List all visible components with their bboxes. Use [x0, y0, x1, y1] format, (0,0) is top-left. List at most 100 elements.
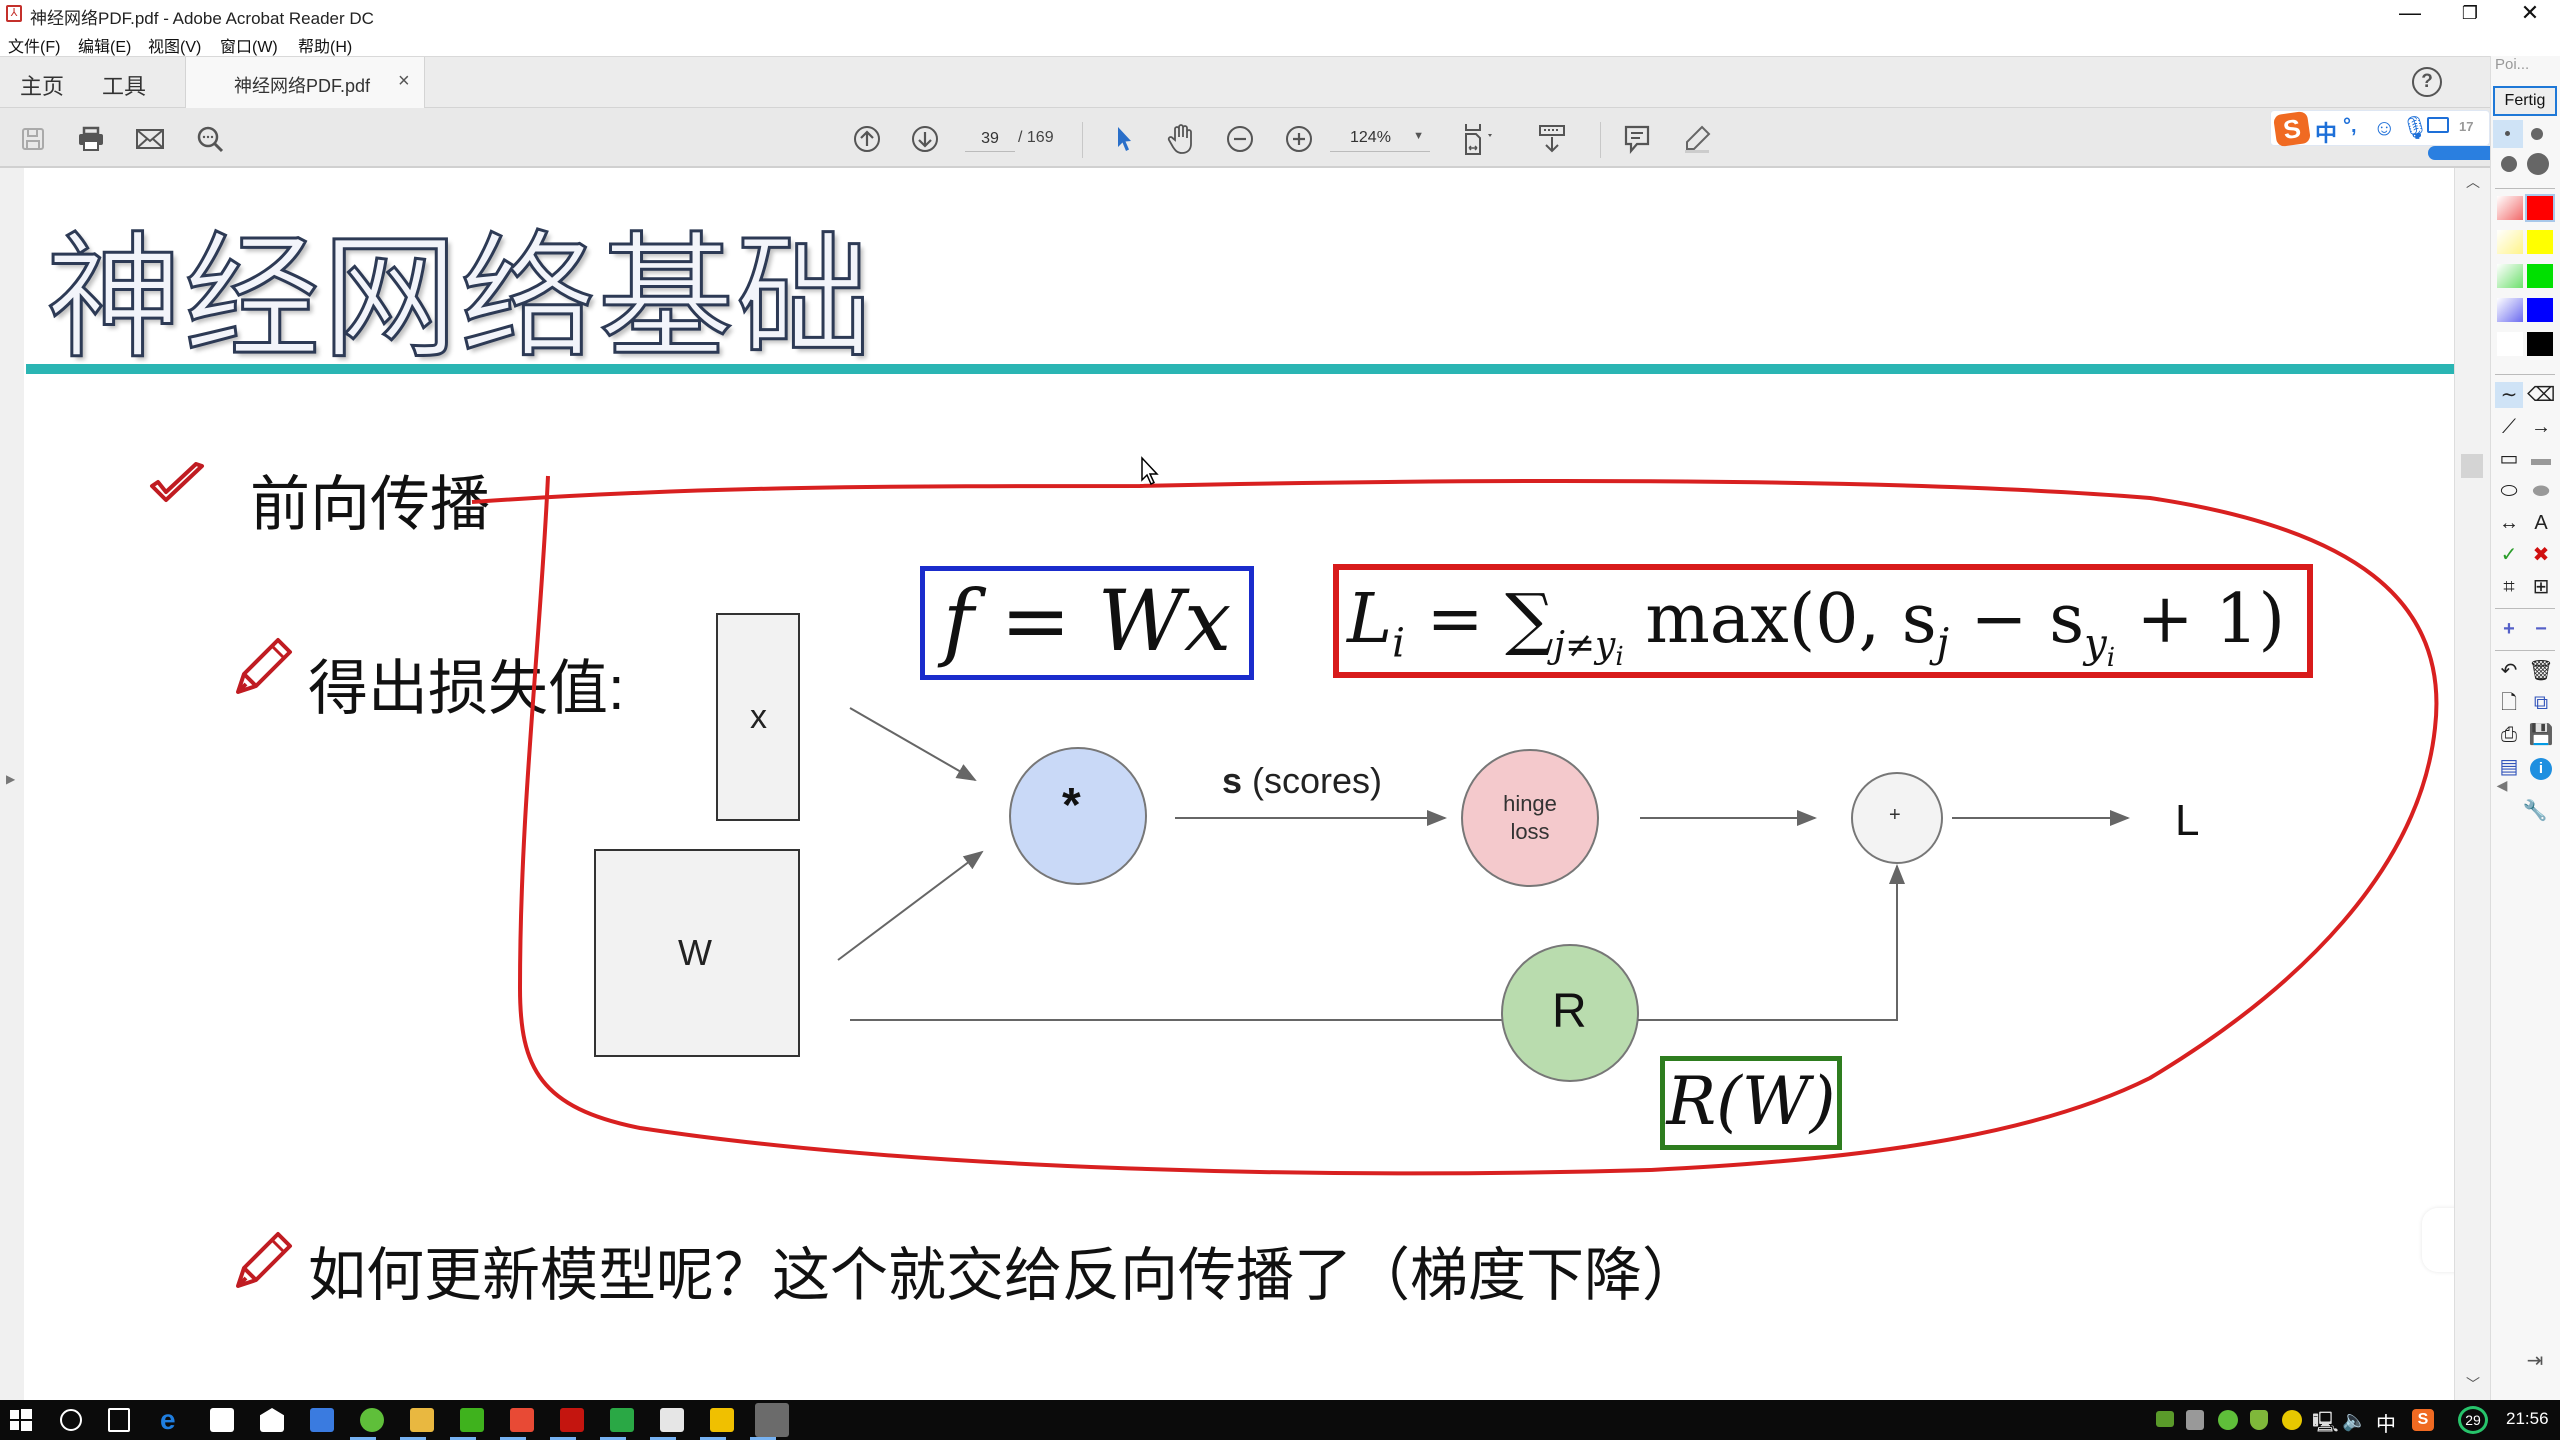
mail-icon[interactable]	[260, 1408, 284, 1432]
color-swatch-red-light[interactable]	[2497, 196, 2523, 220]
color-swatch-green[interactable]	[2527, 264, 2553, 288]
decrease-icon[interactable]: −	[2527, 616, 2555, 642]
save-annot-icon[interactable]: 💾	[2527, 722, 2555, 748]
security-shield-icon[interactable]	[2250, 1410, 2268, 1430]
trash-icon[interactable]: 🗑	[2527, 658, 2555, 684]
arrow-tool-icon[interactable]: →	[2527, 414, 2555, 440]
close-button[interactable]: ✕	[2500, 0, 2560, 28]
edge-icon[interactable]: e	[160, 1404, 176, 1436]
camtasia-red-icon[interactable]	[510, 1408, 534, 1432]
eraser-icon[interactable]: ⌫	[2527, 382, 2555, 408]
cortana-icon[interactable]	[60, 1409, 82, 1431]
comment-icon[interactable]	[1620, 122, 1654, 156]
highlight-icon[interactable]	[1680, 122, 1714, 156]
ellipse-tool-icon[interactable]: ⬭	[2495, 478, 2523, 504]
menu-edit[interactable]: 编辑(E)	[78, 33, 131, 57]
tray-360-icon[interactable]	[2218, 1410, 2238, 1430]
print-annot-icon[interactable]: ⎙	[2495, 722, 2523, 748]
line-tool-icon[interactable]: ⟋	[2495, 414, 2523, 440]
menu-view[interactable]: 视图(V)	[148, 33, 201, 57]
menu-help[interactable]: 帮助(H)	[298, 33, 352, 57]
increase-icon[interactable]: +	[2495, 616, 2523, 642]
checkmark-tool-icon[interactable]: ✓	[2495, 542, 2523, 568]
exit-panel-icon[interactable]: ⇥	[2521, 1348, 2549, 1374]
page-number-input[interactable]	[965, 126, 1015, 152]
emoji-icon[interactable]: ☺	[2373, 115, 2395, 141]
zoom-level-dropdown[interactable]: 124% ▼	[1330, 126, 1430, 152]
pen-size-small[interactable]	[2493, 120, 2523, 148]
store-icon[interactable]	[210, 1408, 234, 1432]
wrench-add-icon[interactable]: 🔧	[2521, 798, 2549, 824]
pointer-app-icon[interactable]	[755, 1403, 789, 1437]
pen-size-xlarge[interactable]	[2527, 153, 2549, 175]
color-swatch-yellow[interactable]	[2527, 230, 2553, 254]
menu-window[interactable]: 窗口(W)	[220, 33, 278, 57]
zoom-out-icon[interactable]	[1223, 122, 1257, 156]
minimize-button[interactable]: —	[2380, 0, 2440, 28]
text-tool-icon[interactable]: A	[2527, 510, 2555, 536]
tab-tools[interactable]: 工具	[102, 69, 146, 101]
nvidia-icon[interactable]	[2156, 1411, 2174, 1427]
scroll-down-icon[interactable]: ﹀	[2466, 1374, 2480, 1394]
user-badge[interactable]: 17	[2459, 119, 2473, 134]
hand-tool-icon[interactable]	[1165, 122, 1199, 156]
double-arrow-icon[interactable]: ↔	[2495, 510, 2523, 536]
email-icon[interactable]	[133, 122, 167, 156]
volume-icon[interactable]: 🔈	[2342, 1408, 2367, 1433]
left-nav-pane-toggle[interactable]: ▶	[0, 168, 24, 1400]
pen-size-medium[interactable]	[2531, 128, 2543, 140]
microphone-icon[interactable]: 🎙	[2401, 115, 2429, 141]
color-swatch-black[interactable]	[2527, 332, 2553, 356]
help-icon[interactable]: ?	[2412, 67, 2442, 97]
news-icon[interactable]	[660, 1408, 684, 1432]
sogou-taskbar-icon[interactable]	[710, 1408, 734, 1432]
browser-360-icon[interactable]	[360, 1408, 384, 1432]
acrobat-taskbar-icon[interactable]	[560, 1408, 584, 1432]
app-green-icon[interactable]	[610, 1408, 634, 1432]
input-language[interactable]: 中	[2376, 1408, 2396, 1437]
filled-rectangle-icon[interactable]: ▬	[2527, 446, 2555, 472]
tab-home[interactable]: 主页	[20, 69, 64, 101]
notification-badge[interactable]: 29	[2458, 1406, 2488, 1434]
ime-punct-toggle[interactable]: °,	[2343, 115, 2357, 138]
collapse-panel-icon[interactable]: ◀	[2493, 772, 2511, 798]
color-swatch-yellow-light[interactable]	[2497, 230, 2523, 254]
sogou-icon[interactable]: S	[2272, 110, 2312, 148]
clock[interactable]: 21:56	[2506, 1409, 2549, 1429]
rectangle-tool-icon[interactable]: ▭	[2495, 446, 2523, 472]
task-view-icon[interactable]	[108, 1408, 130, 1432]
tab-close-icon[interactable]: ×	[398, 70, 410, 93]
search-icon[interactable]	[193, 122, 227, 156]
prev-page-icon[interactable]	[850, 122, 884, 156]
sogou-tray-icon[interactable]: S	[2412, 1409, 2434, 1431]
done-button[interactable]: Fertig	[2493, 86, 2557, 116]
new-page-icon[interactable]: 🗋	[2495, 690, 2523, 716]
scroll-thumb[interactable]	[2461, 454, 2483, 478]
windows-start-icon[interactable]	[10, 1409, 32, 1436]
tray-plus-icon[interactable]	[2282, 1410, 2302, 1430]
color-swatch-green-light[interactable]	[2497, 264, 2523, 288]
scroll-up-icon[interactable]: ︿	[2466, 172, 2480, 192]
keyboard-icon[interactable]	[2427, 117, 2449, 133]
pen-size-large[interactable]	[2501, 156, 2517, 172]
crop-icon[interactable]: ⌗	[2495, 574, 2523, 600]
copy-icon[interactable]: ⧉	[2527, 690, 2555, 716]
scroll-mode-icon[interactable]	[1535, 122, 1569, 156]
zoom-in-icon[interactable]	[1282, 122, 1316, 156]
ime-lang-toggle[interactable]: 中	[2315, 116, 2337, 148]
freehand-pen-icon[interactable]: ∼	[2495, 382, 2523, 408]
tray-app-icon[interactable]	[2186, 1410, 2204, 1430]
menu-file[interactable]: 文件(F)	[8, 33, 60, 57]
fit-page-icon[interactable]	[1460, 122, 1504, 156]
document-view[interactable]: 神经网络基础 前向传播 得出损失值: f = Wx Li = ∑j≠yi max…	[0, 168, 2490, 1400]
file-explorer-icon[interactable]	[410, 1408, 434, 1432]
info-icon[interactable]: i	[2527, 754, 2555, 780]
tab-document[interactable]: 神经网络PDF.pdf ×	[185, 57, 425, 109]
next-page-icon[interactable]	[908, 122, 942, 156]
color-swatch-red[interactable]	[2525, 194, 2555, 222]
camtasia-green-icon[interactable]	[460, 1408, 484, 1432]
feishu-icon[interactable]	[310, 1408, 334, 1432]
color-swatch-blue[interactable]	[2527, 298, 2553, 322]
undo-icon[interactable]: ↶	[2495, 658, 2523, 684]
select-tool-icon[interactable]	[1107, 122, 1141, 156]
